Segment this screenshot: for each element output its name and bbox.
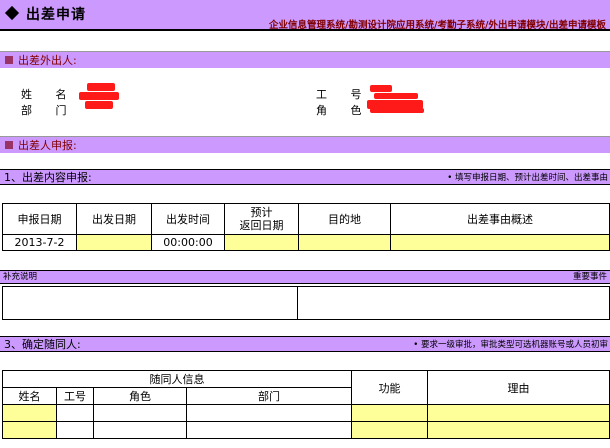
applicant-section-title: 出差人申报: <box>18 139 77 152</box>
employee-id-label: 工 号 <box>316 88 372 101</box>
redacted-name-2 <box>79 92 119 100</box>
column-header-function: 功能 <box>351 370 428 405</box>
companion-function-input[interactable] <box>351 421 428 439</box>
supplement-header: 补充说明 重要事件 <box>0 270 610 284</box>
companion-department-input[interactable] <box>186 421 352 439</box>
table-header-row: 随同人信息 功能 理由 <box>2 370 610 405</box>
column-header-reason: 出差事由概述 <box>390 203 610 235</box>
content-section-header: 1、出差内容申报: • 填写申报日期、预计出差时间、出差事由 <box>0 169 610 185</box>
column-header-destination: 目的地 <box>298 203 391 235</box>
companion-role-input[interactable] <box>93 404 187 422</box>
column-header-return-date: 预计 返回日期 <box>224 203 299 235</box>
return-date-input[interactable] <box>224 234 299 251</box>
companion-id-input[interactable] <box>56 421 94 439</box>
name-label: 姓 名 <box>21 88 77 101</box>
companion-reason-input[interactable] <box>427 421 610 439</box>
role-label: 角 色 <box>316 104 372 117</box>
important-events-input[interactable] <box>297 286 610 320</box>
redacted-employee-id-2 <box>374 93 418 99</box>
table-header-row: 申报日期 出发日期 出发时间 预计 返回日期 目的地 出差事由概述 <box>2 203 610 235</box>
companion-role-input[interactable] <box>93 421 187 439</box>
breadcrumb: 企业信息管理系统/勘测设计院应用系统/考勤子系统/外出申请模块/出差申请模板 <box>269 17 606 31</box>
redacted-role-2 <box>370 108 424 113</box>
column-header-name: 姓名 <box>2 387 57 405</box>
important-events-label: 重要事件 <box>572 272 607 282</box>
diamond-icon <box>4 5 20 21</box>
column-header-depart-time: 出发时间 <box>151 203 225 235</box>
column-header-employee-id: 工号 <box>56 387 94 405</box>
supplement-table <box>2 286 610 320</box>
companion-section-title: 3、确定随同人: <box>4 338 81 351</box>
column-header-role: 角色 <box>93 387 187 405</box>
redacted-name <box>87 83 115 91</box>
companion-info-group-header: 随同人信息 <box>2 370 352 388</box>
column-header-reason: 理由 <box>427 370 610 405</box>
companion-department-input[interactable] <box>186 404 352 422</box>
travel-content-table: 申报日期 出发日期 出发时间 预计 返回日期 目的地 出差事由概述 2013-7… <box>2 203 610 251</box>
column-header-depart-date: 出发日期 <box>76 203 152 235</box>
nav-link-survey-design-system[interactable]: 勘测设计院应用系统 <box>348 20 434 31</box>
content-section-note: • 填写申报日期、预计出差时间、出差事由 <box>447 173 608 183</box>
destination-input[interactable] <box>298 234 391 251</box>
supplement-input[interactable] <box>2 286 298 320</box>
table-row <box>2 404 610 422</box>
companion-section-note: • 要求一级审批，审批类型可选机器账号或人员初审 <box>413 340 608 350</box>
page-title: 出差申请 <box>26 7 86 23</box>
column-header-report-date: 申报日期 <box>2 203 77 235</box>
table-row <box>2 421 610 439</box>
companion-function-input[interactable] <box>351 404 428 422</box>
nav-link-attendance-subsystem[interactable]: 考勤子系统 <box>437 20 485 31</box>
nav-link-outing-module[interactable]: 外出申请模块 <box>488 20 545 31</box>
column-header-department: 部门 <box>186 387 352 405</box>
nav-link-enterprise-system[interactable]: 企业信息管理系统 <box>269 20 345 31</box>
applicant-section-header: 出差人申报: <box>0 136 610 153</box>
traveler-section-header: 出差外出人: <box>0 51 610 68</box>
department-label: 部 门 <box>21 104 77 117</box>
companion-section-header: 3、确定随同人: • 要求一级审批，审批类型可选机器账号或人员初审 <box>0 336 610 352</box>
depart-time-input[interactable]: 00:00:00 <box>151 234 225 251</box>
content-section-title: 1、出差内容申报: <box>4 171 92 184</box>
redacted-employee-id <box>370 85 392 92</box>
companion-id-input[interactable] <box>56 404 94 422</box>
redacted-department <box>85 101 113 109</box>
table-row: 2013-7-2 00:00:00 <box>2 234 610 251</box>
square-bullet-icon <box>5 56 13 64</box>
reason-input[interactable] <box>390 234 610 251</box>
supplement-label: 补充说明 <box>3 272 38 282</box>
nav-link-travel-template[interactable]: 出差申请模板 <box>549 20 606 31</box>
companion-name-input[interactable] <box>2 421 57 439</box>
square-bullet-icon <box>5 141 13 149</box>
title-bar: 出差申请 企业信息管理系统/勘测设计院应用系统/考勤子系统/外出申请模块/出差申… <box>0 0 610 31</box>
companion-name-input[interactable] <box>2 404 57 422</box>
traveler-section-title: 出差外出人: <box>18 54 77 67</box>
report-date-cell: 2013-7-2 <box>2 234 77 251</box>
companion-table: 随同人信息 功能 理由 姓名 工号 角色 部门 <box>2 370 610 439</box>
companion-reason-input[interactable] <box>427 404 610 422</box>
depart-date-input[interactable] <box>76 234 152 251</box>
